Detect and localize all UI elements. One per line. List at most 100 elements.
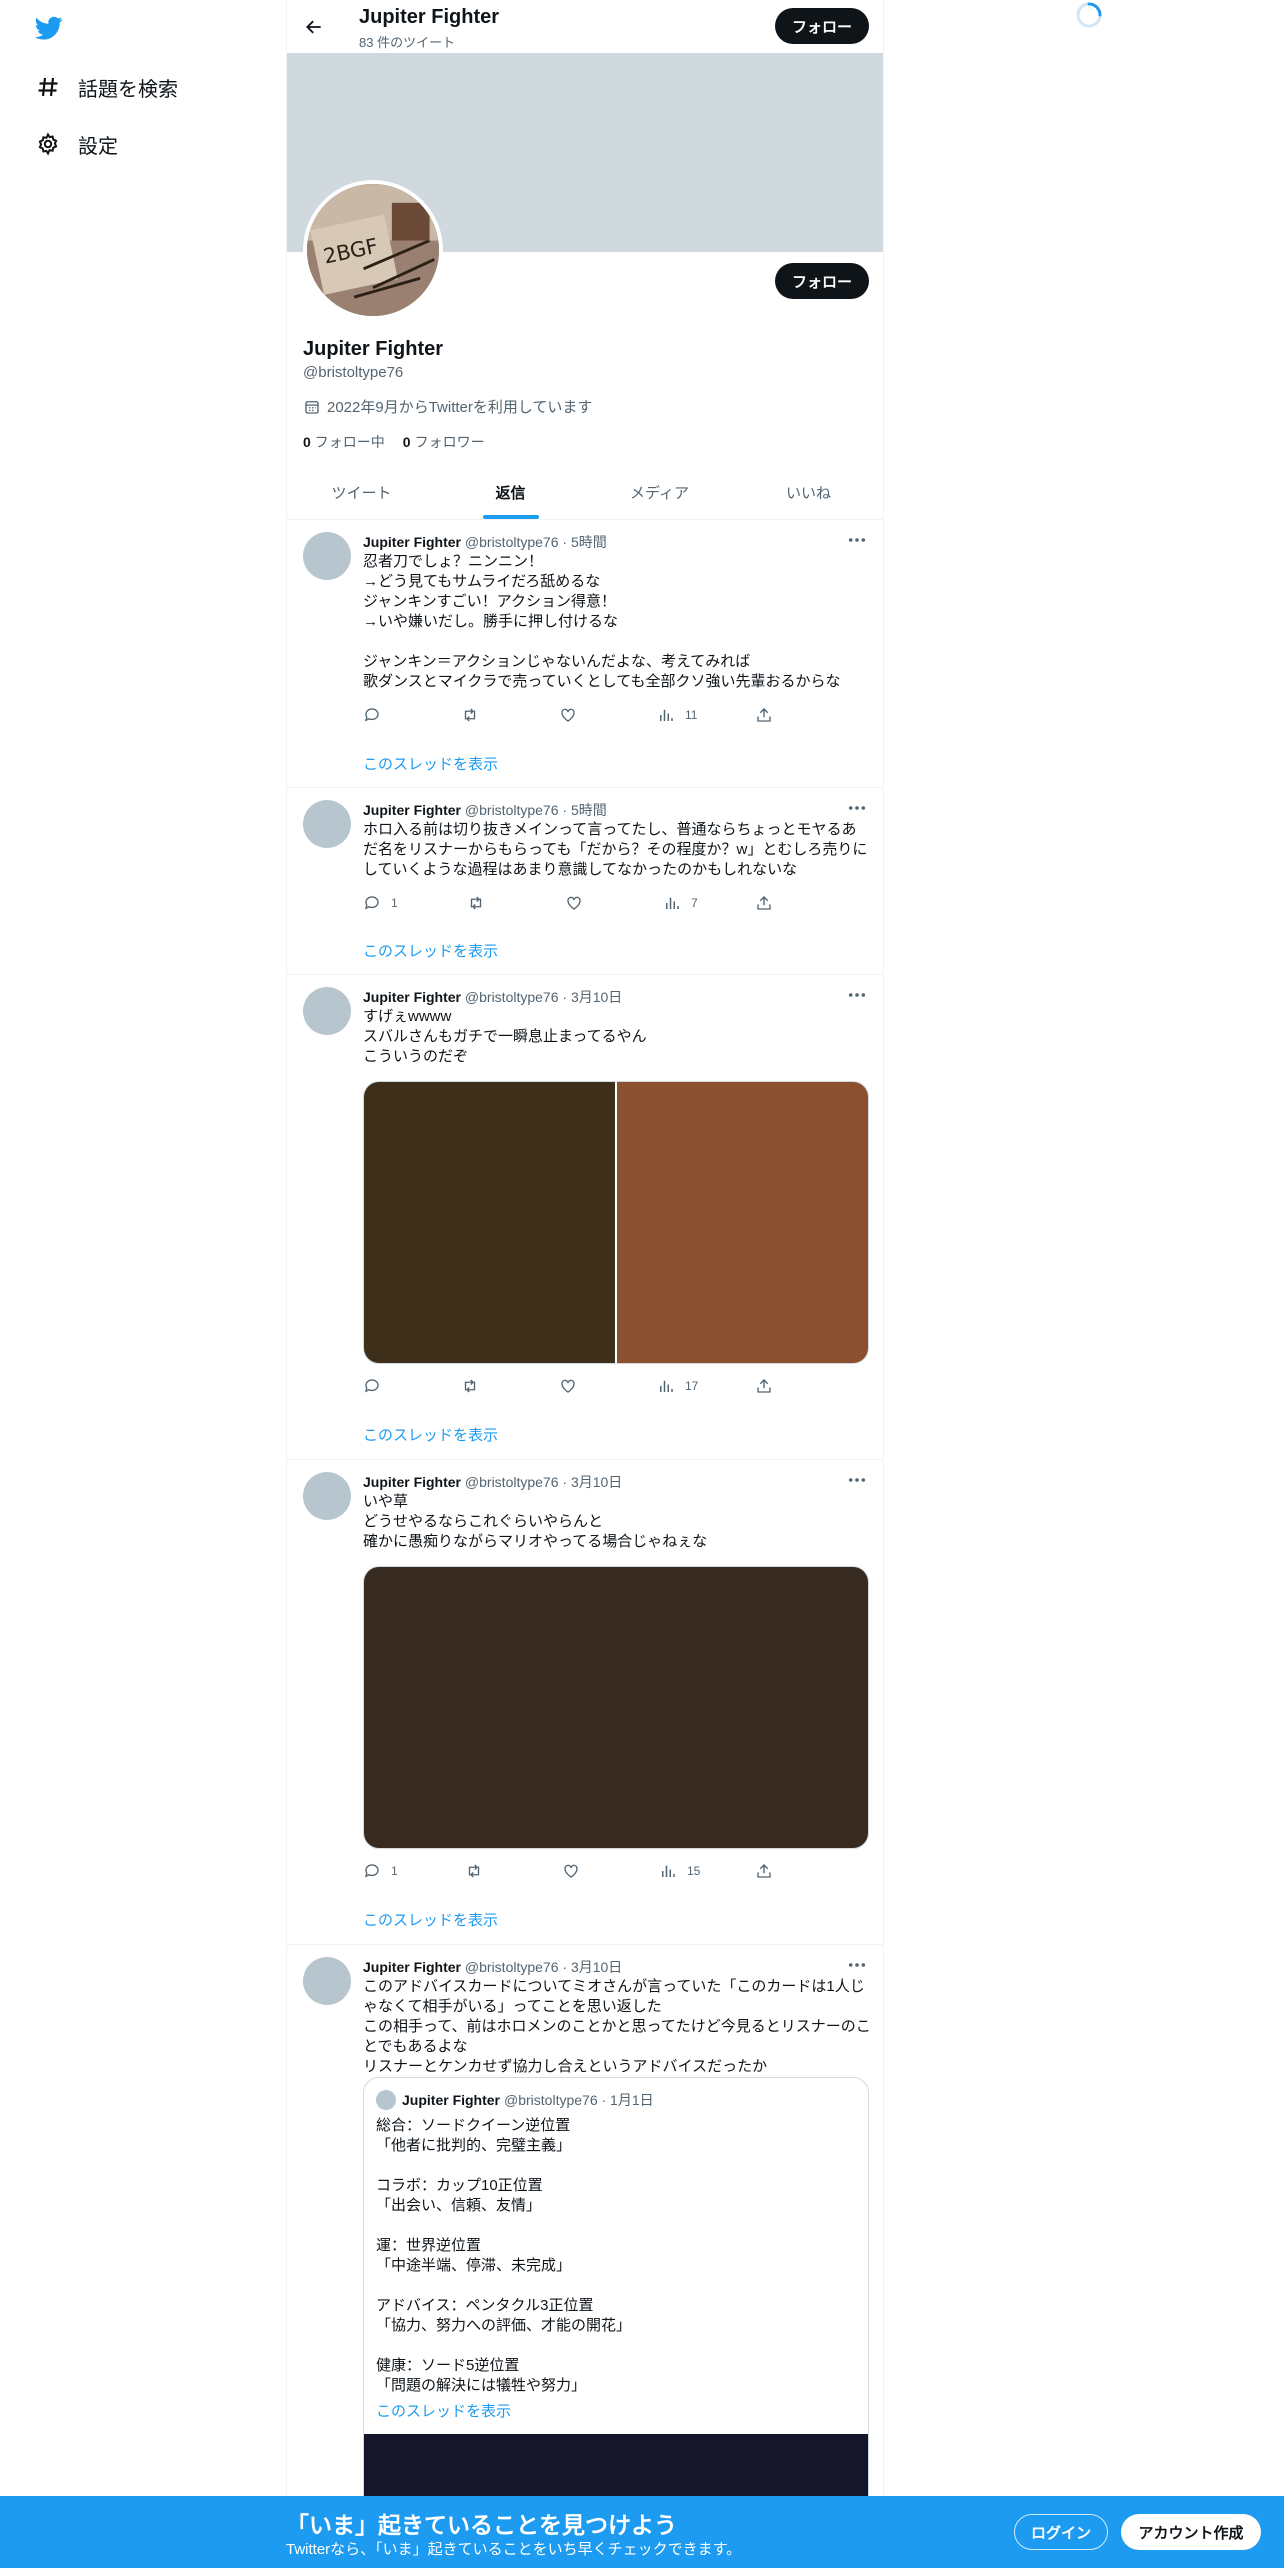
loading-spinner-icon: [1074, 0, 1104, 30]
media-image[interactable]: [364, 1567, 868, 1848]
show-thread-link[interactable]: このスレッドを表示: [363, 753, 498, 774]
views-button[interactable]: 15: [659, 1862, 700, 1880]
show-thread-link[interactable]: このスレッドを表示: [363, 940, 498, 961]
avatar[interactable]: [303, 987, 351, 1035]
views-icon: [660, 1380, 673, 1392]
tweet-actions: 17: [363, 1377, 793, 1397]
avatar[interactable]: [303, 1472, 351, 1520]
twitter-logo-icon[interactable]: [32, 14, 66, 42]
retweet-button[interactable]: [467, 894, 495, 912]
tweet-author-name[interactable]: Jupiter Fighter: [363, 534, 461, 550]
following-label: フォロー中: [314, 434, 385, 450]
more-icon[interactable]: [847, 532, 867, 548]
media-image[interactable]: [364, 1082, 615, 1363]
tweet-author-name[interactable]: Jupiter Fighter: [363, 1474, 461, 1490]
tweet-author-name[interactable]: Jupiter Fighter: [363, 1959, 461, 1975]
tweet-actions: 1 15: [363, 1862, 793, 1882]
tweet[interactable]: Jupiter Fighter @bristoltype76 · 5時間 ホロ入…: [287, 788, 883, 975]
reply-button[interactable]: 1: [363, 1862, 398, 1880]
show-thread-link[interactable]: このスレッドを表示: [363, 1909, 498, 1930]
reply-count: 1: [391, 896, 398, 910]
tweet-actions: 11: [363, 706, 793, 726]
tweet-author-name[interactable]: Jupiter Fighter: [363, 989, 461, 1005]
show-thread-link[interactable]: このスレッドを表示: [376, 2400, 511, 2421]
followers-link[interactable]: 0 フォロワー: [403, 432, 485, 452]
profile-name: Jupiter Fighter: [303, 338, 444, 360]
like-button[interactable]: [559, 1377, 587, 1395]
tweet-meta: @bristoltype76 · 3月10日: [464, 1474, 623, 1490]
views-icon: [662, 1865, 675, 1877]
following-link[interactable]: 0 フォロー中: [303, 432, 385, 452]
tweet[interactable]: Jupiter Fighter @bristoltype76 · 5時間 忍者刀…: [287, 520, 883, 788]
retweet-button[interactable]: [465, 1862, 493, 1880]
tweet-header: Jupiter Fighter @bristoltype76 · 3月10日: [363, 1472, 622, 1492]
retweet-button[interactable]: [461, 706, 489, 724]
like-button[interactable]: [559, 706, 587, 724]
login-button[interactable]: ログイン: [1014, 2514, 1108, 2550]
tweet-text: すげぇwwww スバルさんもガチで一瞬息止まってるやん こういうのだぞ: [363, 1008, 647, 1065]
more-icon[interactable]: [847, 987, 867, 1003]
tab-tweets[interactable]: ツイート: [287, 466, 436, 519]
reply-icon: [364, 1864, 379, 1878]
gear-icon: [34, 130, 62, 158]
heart-icon: [564, 1864, 578, 1878]
views-button[interactable]: 17: [657, 1377, 698, 1395]
share-icon: [757, 896, 771, 910]
avatar[interactable]: [303, 1957, 351, 2005]
tweet-author-name[interactable]: Jupiter Fighter: [363, 802, 461, 818]
reply-icon: [364, 1379, 379, 1393]
share-icon: [757, 1864, 771, 1878]
profile-avatar[interactable]: 2BGF: [303, 180, 443, 320]
reply-icon: [364, 896, 379, 910]
nav-item-explore[interactable]: 話題を検索: [34, 65, 178, 109]
tab-replies[interactable]: 返信: [436, 466, 585, 519]
retweet-icon: [464, 708, 476, 722]
media-image[interactable]: [617, 1082, 868, 1363]
nav-item-label: 設定: [78, 135, 118, 158]
tweet-text: いや草 どうせやるならこれぐらいやらんと 確かに愚痴りながらマリオやってる場合じ…: [363, 1493, 708, 1550]
share-button[interactable]: [755, 706, 783, 724]
retweet-icon: [468, 1864, 480, 1878]
more-icon[interactable]: [847, 800, 867, 816]
tweet-media[interactable]: [363, 1081, 869, 1364]
views-count: 15: [687, 1864, 701, 1878]
views-button[interactable]: 11: [657, 706, 697, 724]
tweet[interactable]: Jupiter Fighter @bristoltype76 · 3月10日 こ…: [287, 1945, 883, 2568]
views-icon: [666, 897, 679, 909]
show-thread-link[interactable]: このスレッドを表示: [363, 1424, 498, 1445]
tweet[interactable]: Jupiter Fighter @bristoltype76 · 3月10日 す…: [287, 975, 883, 1460]
retweet-button[interactable]: [461, 1377, 489, 1395]
tab-likes[interactable]: いいね: [734, 466, 883, 519]
avatar[interactable]: [303, 800, 351, 848]
views-button[interactable]: 7: [663, 894, 698, 912]
share-button[interactable]: [755, 894, 783, 912]
joined-date: 2022年9月からTwitterを利用しています: [303, 396, 592, 417]
like-button[interactable]: [562, 1862, 590, 1880]
avatar[interactable]: [303, 532, 351, 580]
share-button[interactable]: [755, 1377, 783, 1395]
tweet-text: ホロ入る前は切り抜きメインって言ってたし、普通ならちょっとモヤるあだ名をリスナー…: [363, 821, 868, 878]
views-count: 17: [685, 1379, 699, 1393]
reply-button[interactable]: [363, 1377, 391, 1395]
reply-button[interactable]: 1: [363, 894, 398, 912]
profile-follow-button[interactable]: フォロー: [775, 263, 869, 299]
like-button[interactable]: [565, 894, 593, 912]
tab-media[interactable]: メディア: [585, 466, 734, 519]
heart-icon: [561, 708, 575, 722]
tweet-media[interactable]: [363, 1566, 869, 1849]
profile-column: Jupiter Fighter 83 件のツイート フォロー 2BGF フォロー…: [286, 0, 884, 2568]
signup-bar-title: 「いま」起きていることを見つけよう: [286, 2512, 677, 2538]
share-icon: [757, 1379, 771, 1393]
retweet-icon: [470, 896, 482, 910]
more-icon[interactable]: [847, 1957, 867, 1973]
quote-header: Jupiter Fighter @bristoltype76 · 1月1日: [376, 2090, 654, 2110]
signup-button[interactable]: アカウント作成: [1121, 2514, 1261, 2550]
share-button[interactable]: [755, 1862, 783, 1880]
header-follow-button[interactable]: フォロー: [775, 8, 869, 44]
tweet[interactable]: Jupiter Fighter @bristoltype76 · 3月10日 い…: [287, 1460, 883, 1945]
quoted-tweet[interactable]: Jupiter Fighter @bristoltype76 · 1月1日 総合…: [363, 2077, 869, 2537]
back-arrow-icon[interactable]: [299, 12, 329, 42]
nav-item-settings[interactable]: 設定: [34, 122, 118, 166]
reply-button[interactable]: [363, 706, 391, 724]
more-icon[interactable]: [847, 1472, 867, 1488]
